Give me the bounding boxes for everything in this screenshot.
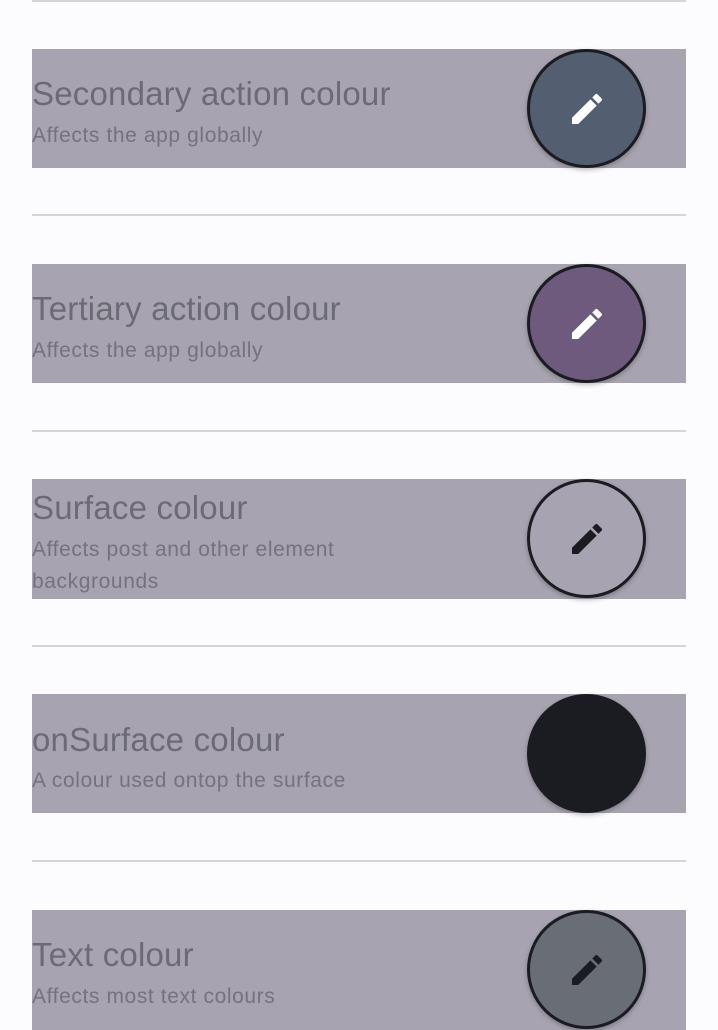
colour-swatch-button[interactable] [527, 49, 646, 168]
setting-row-tertiary-colour[interactable]: Tertiary action colour Affects the app g… [32, 264, 686, 383]
colour-swatch-button[interactable] [527, 694, 646, 813]
setting-row-text-colour[interactable]: Text colour Affects most text colours [32, 910, 686, 1030]
setting-row-surface-colour[interactable]: Surface colour Affects post and other el… [32, 479, 686, 599]
pencil-icon [571, 738, 602, 769]
divider [32, 430, 686, 432]
setting-subtitle: A colour used ontop the surface [32, 769, 346, 792]
pencil-icon [571, 523, 602, 554]
setting-subtitle: Affects most text colours [32, 985, 276, 1008]
colour-swatch-button[interactable] [527, 910, 646, 1029]
divider [32, 214, 686, 216]
divider [32, 0, 686, 2]
setting-row-onsurface-colour[interactable]: onSurface colour A colour used ontop the… [32, 694, 686, 813]
pencil-icon [571, 93, 602, 124]
divider [32, 645, 686, 647]
setting-title: Tertiary action colour [32, 290, 341, 327]
setting-subtitle: Affects the app globally [32, 124, 264, 147]
divider [32, 860, 686, 862]
setting-row-secondary-colour[interactable]: Secondary action colour Affects the app … [32, 49, 686, 168]
pencil-icon [571, 954, 602, 985]
colour-swatch-button[interactable] [527, 264, 646, 383]
setting-title: Text colour [32, 936, 194, 973]
colour-swatch-button[interactable] [527, 479, 646, 598]
setting-title: Surface colour [32, 489, 248, 526]
setting-subtitle: Affects post and other element backgroun… [32, 538, 335, 593]
pencil-icon [571, 308, 602, 339]
setting-title: onSurface colour [32, 721, 285, 758]
setting-subtitle: Affects the app globally [32, 339, 264, 362]
setting-title: Secondary action colour [32, 75, 391, 112]
